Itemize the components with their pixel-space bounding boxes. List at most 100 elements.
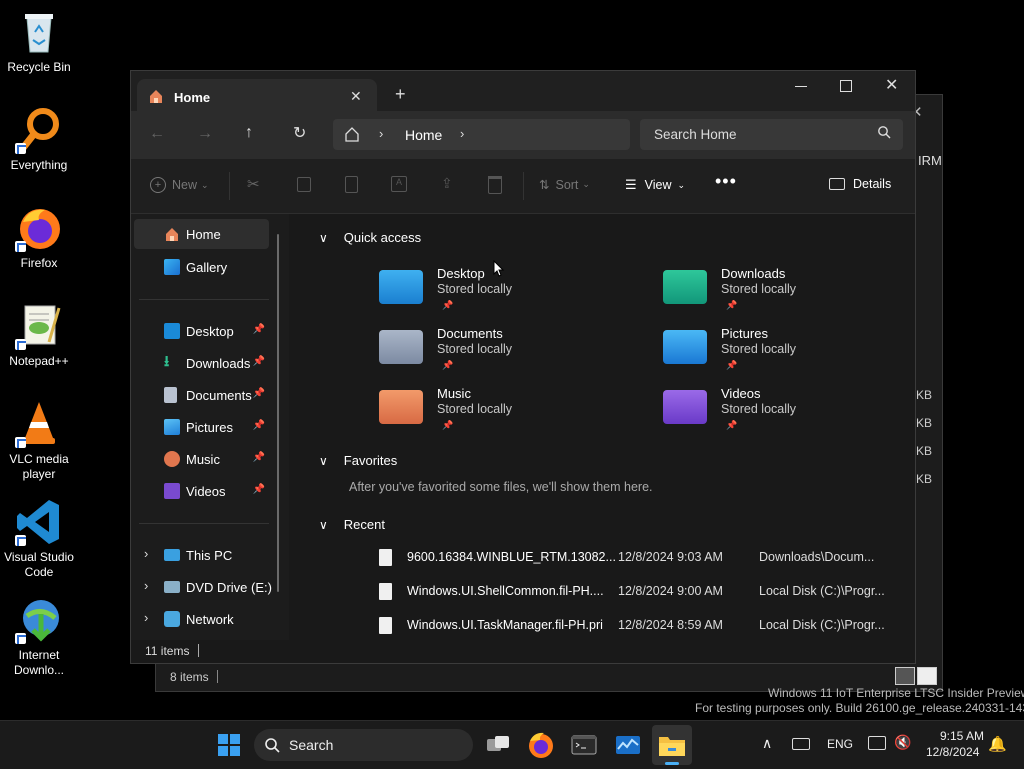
volume-muted-icon[interactable]: 🔇 [894,734,911,751]
pin-icon[interactable]: 📌 [253,484,265,495]
sidebar-item-network[interactable]: › Network [134,604,269,634]
sidebar-item-desktop[interactable]: Desktop 📌 [134,316,269,346]
language-indicator[interactable]: ENG [827,737,853,751]
details-button-label: Details [853,177,892,191]
quick-access-item-pictures[interactable]: Pictures Stored locally 📌 [663,326,903,382]
pin-icon[interactable]: 📌 [253,324,265,335]
keyboard-icon[interactable] [792,738,810,750]
desktop-icon-recycle-bin[interactable]: Recycle Bin [1,8,77,75]
quick-access-item-music[interactable]: Music Stored locally 📌 [379,386,619,442]
firefox-taskbar-icon[interactable] [525,729,557,761]
task-view-icon[interactable] [482,729,514,761]
desktop-icon-label: Notepad++ [9,354,69,368]
idm-icon [15,596,63,644]
forward-arrow-icon[interactable]: → [197,125,213,143]
close-window-icon[interactable]: ✕ [885,75,898,95]
active-indicator [665,762,679,765]
up-arrow-icon[interactable]: ↑ [245,124,253,142]
background-size-fragment: KB [916,444,933,458]
desktop-icon-vscode[interactable]: Visual Studio Code [1,498,77,580]
sidebar-item-label: Home [186,226,221,242]
item-name: Music [437,386,471,401]
new-button[interactable]: + New ⌄ [150,177,209,193]
address-row: ← → ↑ ↻ › Home › Search Home [131,111,915,159]
desktop-icon-vlc[interactable]: VLC media player [1,400,77,482]
show-hidden-icons-chevron-icon[interactable]: ∧ [762,735,772,752]
sidebar-item-this-pc[interactable]: › This PC [134,540,269,570]
favorites-header[interactable]: ∨ Favorites [319,453,397,468]
cut-icon[interactable]: ✂ [247,175,260,193]
back-arrow-icon[interactable]: ← [149,125,165,143]
quick-access-header[interactable]: ∨ Quick access [319,230,421,245]
view-button[interactable]: ☰ View ⌄ [625,177,685,193]
minimize-icon[interactable] [795,86,807,87]
sidebar-item-home[interactable]: Home [134,219,269,249]
search-input[interactable]: Search Home [654,127,737,142]
refresh-icon[interactable]: ↻ [293,123,306,143]
details-button[interactable]: Details [829,177,891,191]
item-status: Stored locally [721,282,797,296]
item-count: 11 items [145,644,190,658]
sidebar-item-music[interactable]: Music 📌 [134,444,269,474]
file-explorer-taskbar-button[interactable] [652,725,692,765]
quick-access-item-videos[interactable]: Videos Stored locally 📌 [663,386,903,442]
shortcut-arrow-icon [15,437,26,448]
desktop-icon-notepadpp[interactable]: Notepad++ [1,302,77,369]
breadcrumb[interactable]: Home [405,127,442,143]
performance-monitor-icon[interactable] [612,729,644,761]
sidebar-item-pictures[interactable]: Pictures 📌 [134,412,269,442]
network-monitor-icon[interactable] [868,736,886,750]
notepadpp-icon [15,302,63,350]
terminal-icon[interactable] [568,729,600,761]
taskbar-search-box[interactable]: Search [254,729,473,761]
file-explorer-window[interactable]: Home ✕ + ✕ ← → ↑ ↻ › Home › Search Home [130,70,916,664]
notification-bell-icon[interactable]: 🔔 [988,735,1007,753]
plus-circle-icon: + [150,177,166,193]
recent-file-row[interactable]: 9600.16384.WINBLUE_RTM.13082... 12/8/202… [379,546,889,570]
desktop-icon-everything[interactable]: Everything [1,106,77,173]
nav-divider [139,299,269,300]
sort-button[interactable]: ⇅ Sort ⌄ [539,177,590,193]
maximize-icon[interactable] [840,80,852,92]
start-windows-icon[interactable] [213,729,245,761]
rename-icon[interactable]: A [391,176,407,192]
clock-date[interactable]: 12/8/2024 [926,745,979,759]
desktop-icon-firefox[interactable]: Firefox [1,204,77,271]
address-bar[interactable]: › Home › [333,119,630,150]
pin-icon[interactable]: 📌 [253,356,265,367]
nav-scrollbar[interactable] [277,234,279,592]
chevron-right-icon[interactable]: › [144,610,148,625]
sidebar-item-dvd-drive[interactable]: › DVD Drive (E:) IF [134,572,274,602]
new-tab-icon[interactable]: + [395,84,406,105]
sidebar-item-label: Network [186,611,234,627]
details-view-toggle-icon[interactable] [895,667,915,685]
pin-icon[interactable]: 📌 [253,420,265,431]
background-status-items: 8 items [170,670,209,684]
desktop-icon-internet-download-manager[interactable]: Internet Downlo... [1,596,77,678]
quick-access-item-downloads[interactable]: Downloads Stored locally 📌 [663,266,903,322]
more-options-icon[interactable]: ••• [715,171,737,192]
sidebar-item-gallery[interactable]: Gallery [134,252,269,282]
sidebar-item-videos[interactable]: Videos 📌 [134,476,269,506]
recent-file-row[interactable]: Windows.UI.TaskManager.fil-PH.pri 12/8/2… [379,614,889,638]
paste-icon[interactable] [345,176,358,193]
quick-access-item-documents[interactable]: Documents Stored locally 📌 [379,326,619,382]
pin-icon[interactable]: 📌 [253,452,265,463]
pin-icon[interactable]: 📌 [253,388,265,399]
recent-header[interactable]: ∨ Recent [319,517,385,532]
share-icon[interactable]: ⇪ [441,175,453,192]
sidebar-item-documents[interactable]: Documents 📌 [134,380,269,410]
desktop-icon-label: Visual Studio Code [4,550,74,579]
chevron-right-icon[interactable]: › [460,126,464,141]
delete-icon[interactable] [488,176,502,194]
clock-time[interactable]: 9:15 AM [940,729,984,743]
file-location: Local Disk (C:)\Progr... [759,618,885,632]
sidebar-item-downloads[interactable]: ⭳ Downloads 📌 [134,348,269,378]
tiles-view-toggle-icon[interactable] [917,667,937,685]
tab-close-icon[interactable]: ✕ [350,88,362,105]
recent-file-row[interactable]: Windows.UI.ShellCommon.fil-PH.... 12/8/2… [379,580,889,604]
chevron-right-icon[interactable]: › [144,546,148,561]
copy-icon[interactable] [297,177,311,192]
search-box[interactable]: Search Home [640,119,903,150]
chevron-right-icon[interactable]: › [144,578,148,593]
